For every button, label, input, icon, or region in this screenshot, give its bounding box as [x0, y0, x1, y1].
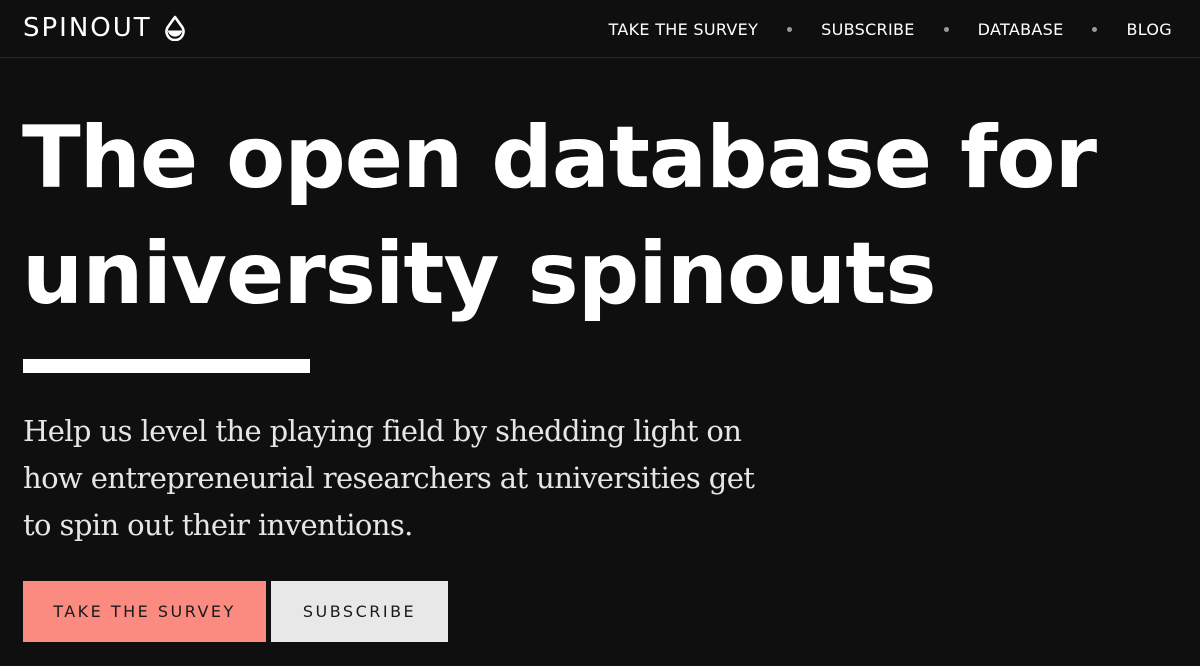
drop-icon: [164, 15, 185, 41]
brand-name: SPINOUT: [23, 13, 152, 43]
nav-database[interactable]: DATABASE: [978, 20, 1064, 39]
hero-lede-line: to spin out their inventions.: [23, 508, 413, 542]
top-navigation-bar: SPINOUT TAKE THE SURVEY SUBSCRIBE DATABA…: [0, 0, 1200, 58]
dot-icon: [1092, 26, 1098, 32]
dot-icon: [943, 26, 949, 32]
hero-headline-line: The open database for: [22, 108, 1097, 208]
accent-rule: [23, 359, 310, 373]
subscribe-button[interactable]: SUBSCRIBE: [271, 581, 448, 642]
dot-icon: [787, 26, 793, 32]
nav-subscribe[interactable]: SUBSCRIBE: [821, 20, 915, 39]
hero-headline-line: university spinouts: [22, 224, 937, 324]
nav-take-the-survey[interactable]: TAKE THE SURVEY: [609, 20, 759, 39]
take-the-survey-button[interactable]: TAKE THE SURVEY: [23, 581, 266, 642]
nav-blog[interactable]: BLOG: [1126, 20, 1172, 39]
hero-lede: Help us level the playing field by shedd…: [23, 408, 803, 549]
hero-lede-line: Help us level the playing field by shedd…: [23, 414, 742, 448]
hero-lede-line: how entrepreneurial researchers at unive…: [23, 461, 755, 495]
hero-headline: The open database for university spinout…: [22, 100, 1172, 332]
main-nav: TAKE THE SURVEY SUBSCRIBE DATABASE BLOG: [609, 0, 1172, 58]
brand-logo-link[interactable]: SPINOUT: [23, 11, 186, 45]
